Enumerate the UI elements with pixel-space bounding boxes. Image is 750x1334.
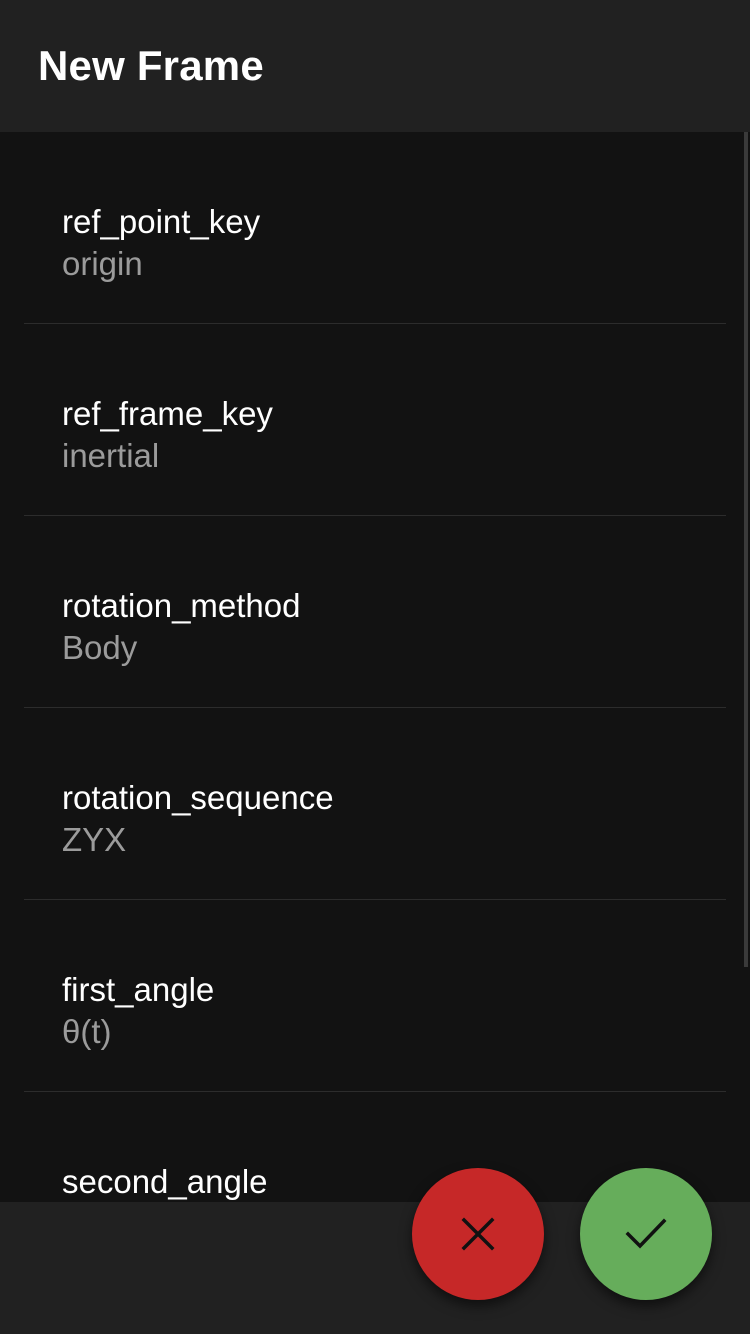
page-title: New Frame xyxy=(38,42,264,89)
field-value: Body xyxy=(62,629,138,666)
field-label: ref_point_key xyxy=(62,203,261,240)
close-icon xyxy=(461,1217,495,1251)
confirm-button[interactable] xyxy=(580,1168,712,1300)
list-item-rotation-sequence[interactable]: rotation_sequence ZYX xyxy=(0,708,750,900)
field-label: rotation_method xyxy=(62,587,301,624)
cancel-button[interactable] xyxy=(412,1168,544,1300)
app-bar: New Frame xyxy=(0,0,750,132)
field-value: inertial xyxy=(62,437,160,474)
field-value: origin xyxy=(62,245,143,282)
field-list[interactable]: ref_point_key origin ref_frame_key inert… xyxy=(0,132,750,1202)
field-value: θ(t) xyxy=(62,1013,112,1050)
list-item-ref-point-key[interactable]: ref_point_key origin xyxy=(0,132,750,324)
field-value: ZYX xyxy=(62,821,127,858)
new-frame-screen: New Frame ref_point_key origin ref_frame… xyxy=(0,0,750,1334)
field-label: rotation_sequence xyxy=(62,779,334,816)
list-item-rotation-method[interactable]: rotation_method Body xyxy=(0,516,750,708)
check-icon xyxy=(625,1218,667,1249)
field-label: first_angle xyxy=(62,971,215,1008)
field-label: ref_frame_key xyxy=(62,395,273,432)
scrollbar[interactable] xyxy=(744,132,748,967)
list-item-ref-frame-key[interactable]: ref_frame_key inertial xyxy=(0,324,750,516)
list-item-first-angle[interactable]: first_angle θ(t) xyxy=(0,900,750,1092)
